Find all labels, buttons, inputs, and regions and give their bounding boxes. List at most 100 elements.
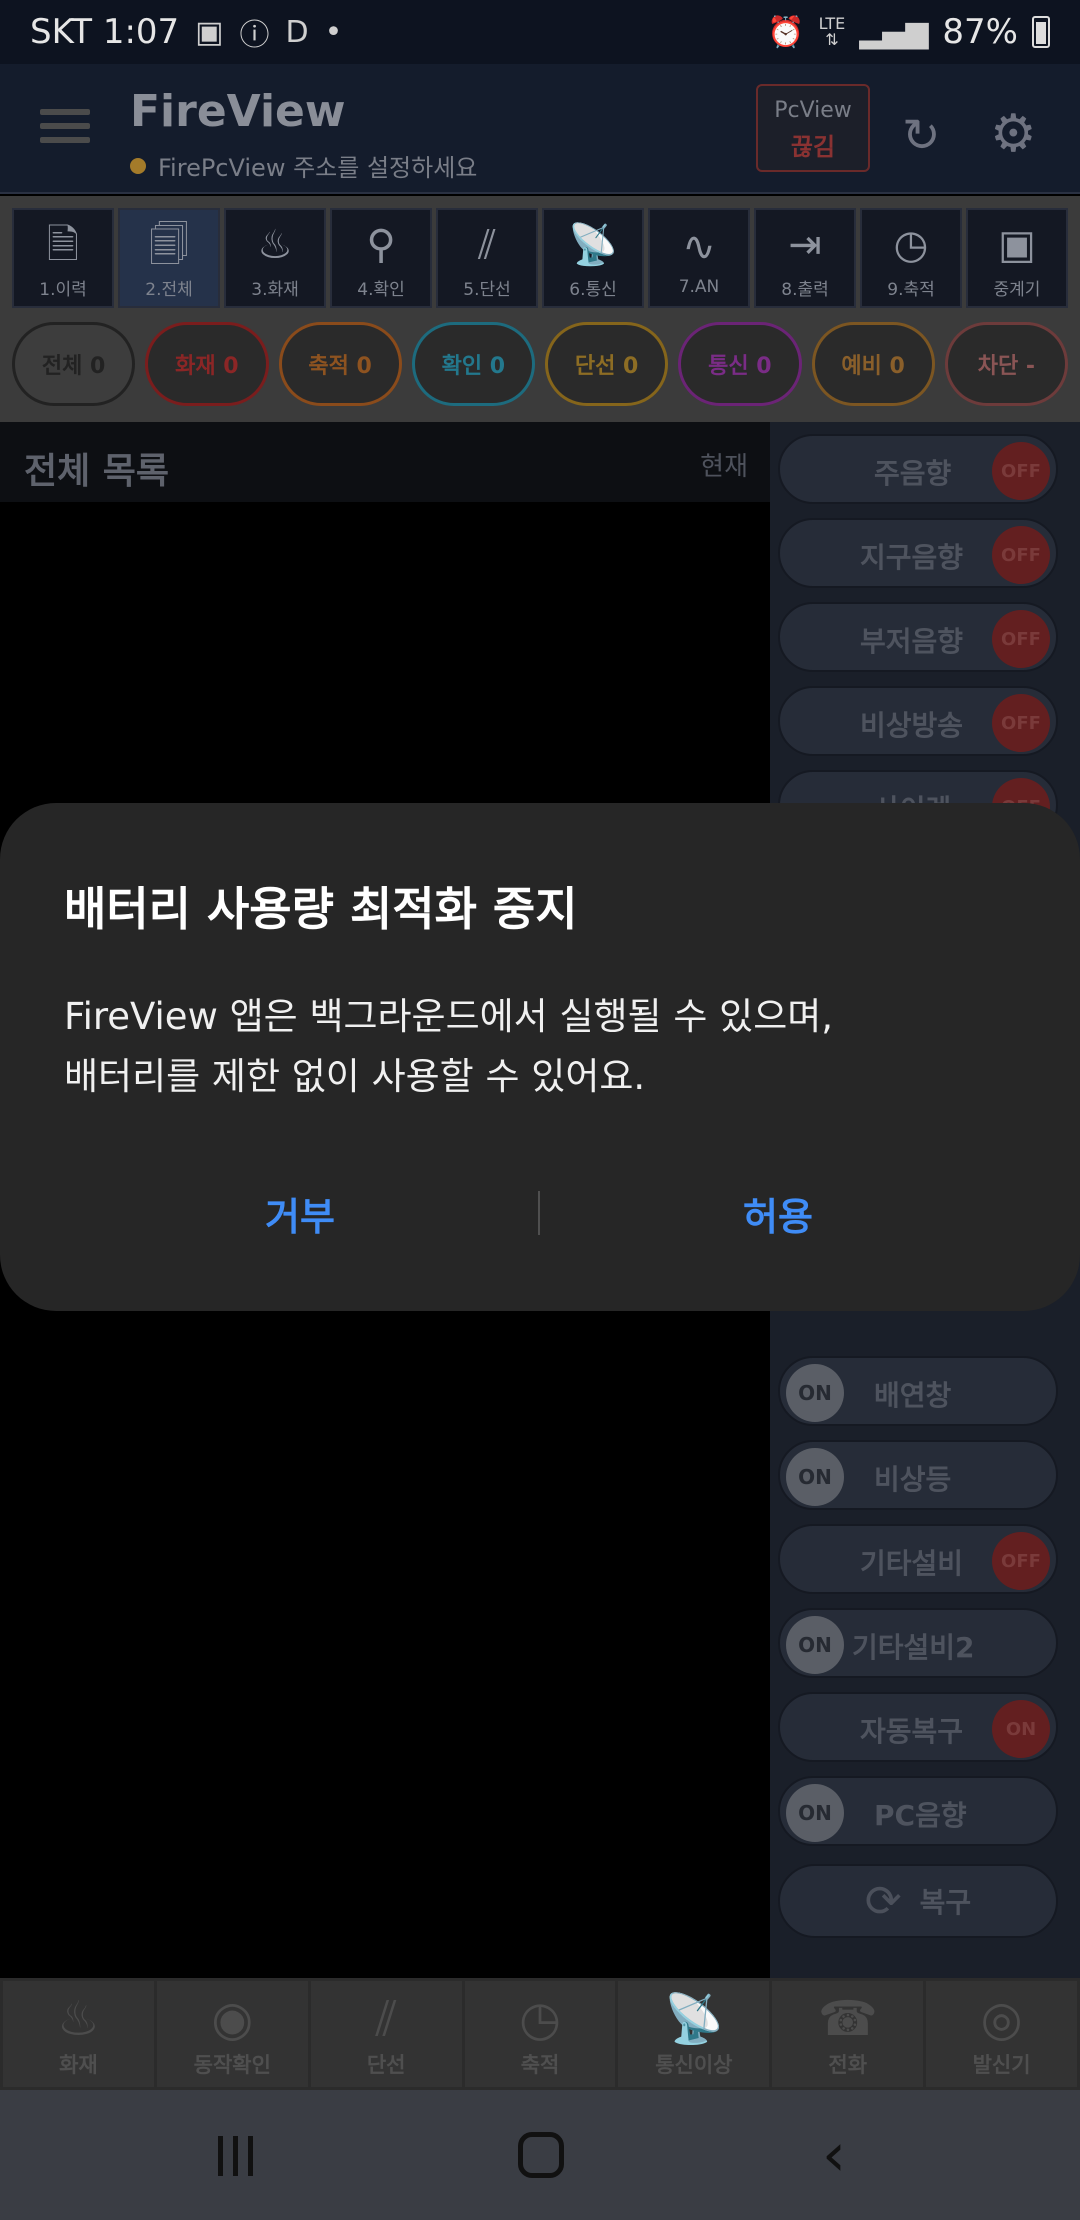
info-icon: ⓘ — [239, 18, 270, 53]
dialog-message-line: FireView 앱은 백그라운드에서 실행될 수 있으며, — [64, 995, 834, 1038]
lte-icon: LTE ⇅ — [818, 14, 846, 49]
toggle-state: OFF — [992, 1532, 1050, 1590]
category-label: 7.AN — [678, 277, 720, 297]
tab-operation-check[interactable]: ◉ 동작확인 — [156, 1981, 308, 2087]
home-icon[interactable] — [518, 2132, 564, 2178]
restore-button[interactable]: ⟳ 복구 — [778, 1864, 1058, 1938]
clock-icon: ◷ — [893, 221, 929, 268]
toggle-state: ON — [786, 1364, 844, 1422]
category-comm[interactable]: 📡 6.통신 — [542, 208, 644, 308]
tab-phone[interactable]: ☎ 전화 — [772, 1981, 924, 2087]
category-disconnect[interactable]: ⫽ 5.단선 — [436, 208, 538, 308]
toggle-label: 지구음향 — [860, 541, 964, 574]
fire-icon: ♨ — [257, 221, 293, 268]
tab-label: 축적 — [520, 2053, 560, 2077]
toggle-emergency-light[interactable]: ON 비상등 — [778, 1440, 1058, 1510]
toggle-buzzer-sound[interactable]: 부저음향 OFF — [778, 602, 1058, 672]
dialog-title: 배터리 사용량 최적화 중지 — [64, 882, 578, 936]
subtitle-text: FirePcView 주소를 설정하세요 — [158, 154, 478, 182]
category-all[interactable]: 🗐 2.전체 — [118, 208, 220, 308]
carrier-time: SKT 1:07 — [30, 12, 180, 52]
toggle-label: 비상방송 — [860, 709, 964, 742]
category-accumulate[interactable]: ◷ 9.축적 — [860, 208, 962, 308]
category-label: 8.출력 — [781, 279, 829, 300]
category-relay[interactable]: ▣ 중계기 — [966, 208, 1068, 308]
toggle-label: 자동복구 — [860, 1715, 964, 1748]
toggle-state: ON — [786, 1616, 844, 1674]
refresh-icon[interactable]: ↻ — [902, 108, 941, 162]
toggle-other-equipment[interactable]: 기타설비 OFF — [778, 1524, 1058, 1594]
tab-disconnect[interactable]: ⫽ 단선 — [310, 1981, 462, 2087]
toggle-label: PC음향 — [874, 1799, 967, 1832]
toggle-state: OFF — [992, 526, 1050, 584]
toggle-auto-restore[interactable]: 자동복구 ON — [778, 1692, 1058, 1762]
battery-percent: 87% — [942, 12, 1018, 52]
battery-icon — [1032, 16, 1050, 48]
toggle-main-sound[interactable]: 주음향 OFF — [778, 434, 1058, 504]
pcview-connection-status: 끊김 — [790, 133, 836, 161]
chip-block[interactable]: 차단 - — [944, 322, 1068, 406]
status-bar: SKT 1:07 ▣ ⓘ D • ⏰ LTE ⇅ ▂▄▆ 87% — [0, 0, 1080, 64]
pcview-status-button[interactable]: PcView 끊김 — [756, 84, 870, 172]
toggle-state: OFF — [992, 442, 1050, 500]
toggle-label: 기타설비2 — [852, 1631, 975, 1664]
chip-all[interactable]: 전체 0 — [12, 322, 136, 406]
toggle-state: ON — [786, 1784, 844, 1842]
category-output[interactable]: ⇥ 8.출력 — [754, 208, 856, 308]
category-label: 2.전체 — [145, 279, 193, 300]
pcview-label: PcView — [774, 98, 852, 123]
category-check[interactable]: ⚲ 4.확인 — [330, 208, 432, 308]
toggle-label: 기타설비 — [860, 1547, 964, 1580]
chip-accumulate[interactable]: 축적 0 — [278, 322, 402, 406]
toggle-pc-sound[interactable]: ON PC음향 — [778, 1776, 1058, 1846]
deny-button[interactable]: 거부 — [100, 1173, 500, 1253]
network-label: LTE — [818, 14, 846, 33]
category-label: 3.화재 — [251, 279, 299, 300]
tab-label: 단선 — [366, 2053, 406, 2077]
list-title: 전체 목록 — [24, 451, 170, 492]
category-history[interactable]: 🗎 1.이력 — [12, 208, 114, 308]
tab-comm-error[interactable]: 📡 통신이상 — [618, 1981, 770, 2087]
list-header: 전체 목록 현재 — [0, 422, 770, 502]
category-label: 4.확인 — [357, 279, 405, 300]
search-check-icon: ⚲ — [366, 221, 396, 268]
toggle-state: OFF — [992, 610, 1050, 668]
chip-disconnect[interactable]: 단선 0 — [545, 322, 669, 406]
phone-icon: ☎ — [817, 1991, 878, 2047]
chip-fire[interactable]: 화재 0 — [145, 322, 269, 406]
back-icon[interactable]: ‹ — [822, 2120, 846, 2190]
toggle-smoke-window[interactable]: ON 배연창 — [778, 1356, 1058, 1426]
chip-check[interactable]: 확인 0 — [411, 322, 535, 406]
gallery-icon: ▣ — [195, 14, 224, 50]
menu-icon[interactable] — [40, 109, 90, 149]
category-label: 5.단선 — [463, 279, 511, 300]
chip-comm[interactable]: 통신 0 — [678, 322, 802, 406]
toggle-state: ON — [992, 1700, 1050, 1758]
toggle-zone-sound[interactable]: 지구음향 OFF — [778, 518, 1058, 588]
wave-icon: ∿ — [682, 224, 716, 270]
allow-button[interactable]: 허용 — [578, 1173, 978, 1253]
gear-icon[interactable]: ⚙ — [990, 104, 1037, 164]
tab-label: 화재 — [59, 2053, 98, 2077]
button-divider — [538, 1191, 540, 1235]
tab-transmitter[interactable]: ◎ 발신기 — [926, 1981, 1078, 2087]
toggle-emergency-broadcast[interactable]: 비상방송 OFF — [778, 686, 1058, 756]
d-app-icon: D — [285, 14, 309, 50]
dialog-message: FireView 앱은 백그라운드에서 실행될 수 있으며, 배터리를 제한 없… — [64, 987, 1024, 1107]
toggle-other-equipment2[interactable]: ON 기타설비2 — [778, 1608, 1058, 1678]
category-an[interactable]: ∿ 7.AN — [648, 208, 750, 308]
eye-icon: ◉ — [211, 1991, 254, 2047]
satellite-icon: 📡 — [663, 1991, 724, 2047]
tab-fire[interactable]: ♨ 화재 — [3, 1981, 154, 2087]
category-fire[interactable]: ♨ 3.화재 — [224, 208, 326, 308]
status-dot-icon — [130, 157, 146, 174]
signal-icon: ▂▄▆ — [859, 14, 929, 50]
category-label: 중계기 — [993, 279, 1041, 300]
recent-apps-icon[interactable] — [218, 2136, 262, 2176]
chip-spare[interactable]: 예비 0 — [811, 322, 935, 406]
status-right: ⏰ LTE ⇅ ▂▄▆ 87% — [767, 12, 1050, 52]
tab-accumulate[interactable]: ◷ 축적 — [464, 1981, 616, 2087]
restore-label: 복구 — [919, 1886, 972, 1919]
toggle-label: 비상등 — [874, 1463, 952, 1496]
document-icon: 🗎 — [46, 221, 80, 268]
